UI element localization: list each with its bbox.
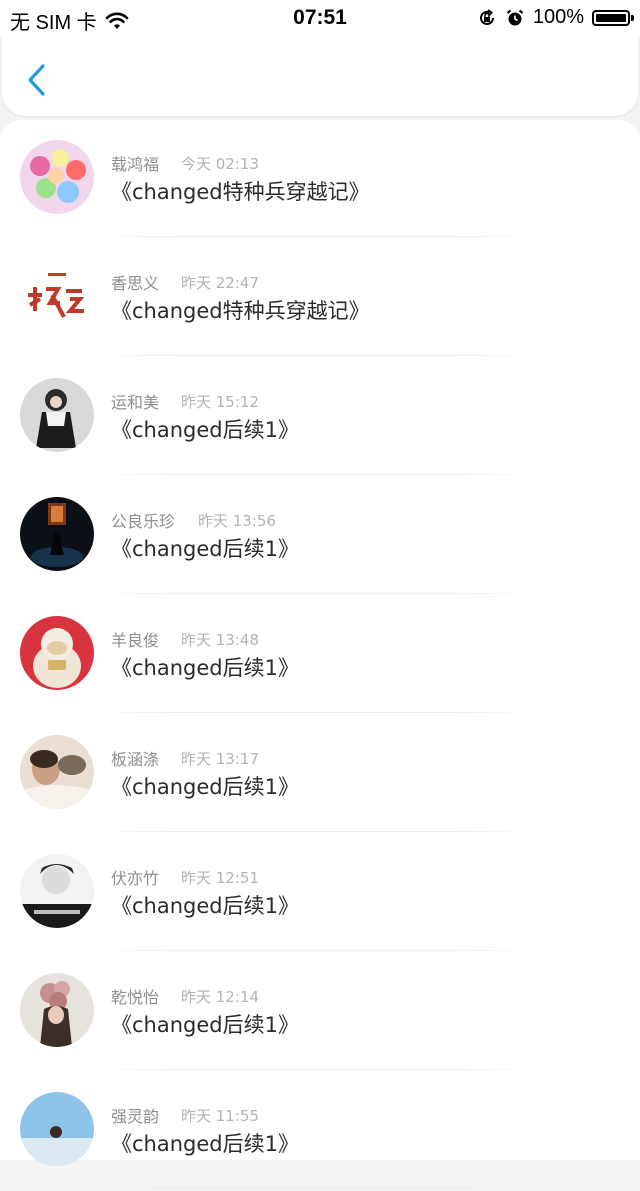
avatar-image xyxy=(20,854,94,928)
divider xyxy=(95,355,535,356)
alarm-icon xyxy=(506,9,524,25)
book-title[interactable]: 《changed后续1》 xyxy=(111,771,299,801)
avatar[interactable] xyxy=(20,1092,94,1166)
status-bar: 无 SIM 卡 07:51 100% xyxy=(0,0,640,36)
avatar[interactable] xyxy=(20,497,94,571)
commenter-name[interactable]: 公良乐珍 xyxy=(111,508,175,532)
list-item[interactable]: 公良乐珍 昨天 13:56 《changed后续1》 xyxy=(0,477,640,596)
comment-list: 载鸿福 今天 02:13 《changed特种兵穿越记》 香思义 昨天 22:4… xyxy=(0,120,640,1189)
avatar-image xyxy=(20,1092,94,1166)
avatar[interactable] xyxy=(20,973,94,1047)
divider xyxy=(95,1188,535,1189)
book-title[interactable]: 《changed特种兵穿越记》 xyxy=(111,295,370,325)
comment-time: 昨天 22:47 xyxy=(181,274,259,292)
commenter-name[interactable]: 伏亦竹 xyxy=(111,865,159,889)
battery-fill xyxy=(596,13,626,22)
avatar[interactable] xyxy=(20,854,94,928)
list-item[interactable]: 香思义 昨天 22:47 《changed特种兵穿越记》 xyxy=(0,239,640,358)
list-item[interactable]: 板涵涤 昨天 13:17 《changed后续1》 xyxy=(0,715,640,834)
list-item[interactable]: 强灵韵 昨天 11:55 《changed后续1》 xyxy=(0,1072,640,1191)
avatar-image xyxy=(20,140,94,214)
avatar-image xyxy=(20,973,94,1047)
battery-icon xyxy=(592,9,634,26)
nav-bar xyxy=(2,36,638,116)
comment-time: 昨天 13:48 xyxy=(181,631,259,649)
list-item[interactable]: 羊良俊 昨天 13:48 《changed后续1》 xyxy=(0,596,640,715)
list-item[interactable]: 乾悦怡 昨天 12:14 《changed后续1》 xyxy=(0,953,640,1072)
divider xyxy=(95,236,535,237)
list-item[interactable]: 运和美 昨天 15:12 《changed后续1》 xyxy=(0,358,640,477)
comment-time: 昨天 12:51 xyxy=(181,869,259,887)
avatar-image xyxy=(20,378,94,452)
list-item[interactable]: 伏亦竹 昨天 12:51 《changed后续1》 xyxy=(0,834,640,953)
book-title[interactable]: 《changed后续1》 xyxy=(111,414,299,444)
avatar[interactable] xyxy=(20,735,94,809)
comment-time: 昨天 11:55 xyxy=(181,1107,259,1125)
book-title[interactable]: 《changed后续1》 xyxy=(111,890,299,920)
list-item[interactable]: 载鸿福 今天 02:13 《changed特种兵穿越记》 xyxy=(0,120,640,239)
back-button[interactable] xyxy=(22,62,52,98)
commenter-name[interactable]: 羊良俊 xyxy=(111,627,159,651)
book-title[interactable]: 《changed特种兵穿越记》 xyxy=(111,176,370,206)
avatar-image xyxy=(20,497,94,571)
orientation-lock-icon xyxy=(479,8,494,25)
commenter-name[interactable]: 强灵韵 xyxy=(111,1103,159,1127)
avatar-image xyxy=(20,616,94,690)
comment-time: 今天 02:13 xyxy=(181,155,259,173)
avatar-image xyxy=(20,735,94,809)
avatar[interactable] xyxy=(20,259,94,333)
divider xyxy=(95,1069,535,1070)
book-title[interactable]: 《changed后续1》 xyxy=(111,652,299,682)
commenter-name[interactable]: 载鸿福 xyxy=(111,151,159,175)
comment-time: 昨天 13:56 xyxy=(198,512,276,530)
avatar[interactable] xyxy=(20,616,94,690)
comment-time: 昨天 13:17 xyxy=(181,750,259,768)
divider xyxy=(95,474,535,475)
commenter-name[interactable]: 乾悦怡 xyxy=(111,984,159,1008)
divider xyxy=(95,712,535,713)
avatar[interactable] xyxy=(20,378,94,452)
divider xyxy=(95,831,535,832)
avatar-image xyxy=(20,259,94,333)
book-title[interactable]: 《changed后续1》 xyxy=(111,1009,299,1039)
commenter-name[interactable]: 板涵涤 xyxy=(111,746,159,770)
avatar[interactable] xyxy=(20,140,94,214)
commenter-name[interactable]: 香思义 xyxy=(111,270,159,294)
battery-percent: 100% xyxy=(532,6,584,28)
divider xyxy=(95,950,535,951)
divider xyxy=(95,593,535,594)
book-title[interactable]: 《changed后续1》 xyxy=(111,1128,299,1158)
book-title[interactable]: 《changed后续1》 xyxy=(111,533,299,563)
comment-time: 昨天 15:12 xyxy=(181,393,259,411)
status-right: 100% xyxy=(477,6,634,29)
commenter-name[interactable]: 运和美 xyxy=(111,389,159,413)
chevron-left-icon xyxy=(28,64,45,96)
comment-time: 昨天 12:14 xyxy=(181,988,259,1006)
